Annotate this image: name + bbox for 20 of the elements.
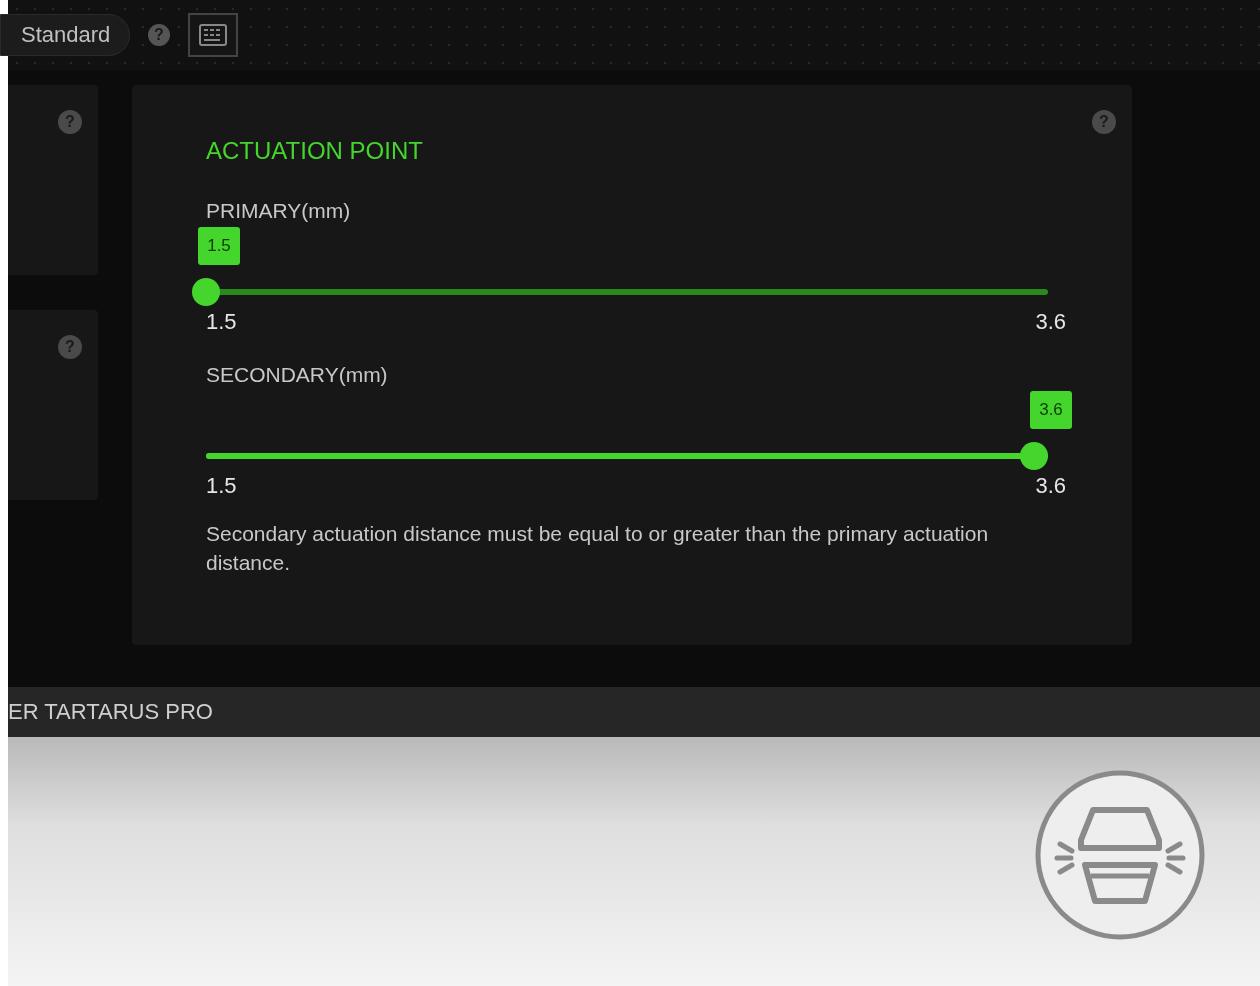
section-title: ACTUATION POINT — [206, 137, 424, 166]
slider-thumb[interactable] — [192, 278, 220, 306]
min-value: 1.5 — [206, 309, 237, 335]
mode-selector[interactable]: Standard — [0, 14, 130, 56]
keycap-icon — [1035, 770, 1205, 940]
help-icon[interactable]: ? — [148, 24, 170, 46]
value-tooltip: 3.6 — [1030, 391, 1072, 429]
help-icon[interactable]: ? — [58, 335, 82, 359]
help-icon[interactable]: ? — [1092, 110, 1116, 134]
min-value: 1.5 — [206, 473, 237, 499]
help-icon[interactable]: ? — [58, 110, 82, 134]
value-tooltip: 1.5 — [198, 227, 240, 265]
max-value: 3.6 — [1035, 473, 1066, 499]
hint-text: Secondary actuation distance must be equal to or greater than the primary actuation distance. — [206, 521, 990, 576]
max-value: 3.6 — [1035, 309, 1066, 335]
device-name: ER TARTARUS PRO — [8, 699, 213, 725]
keyboard-icon[interactable] — [188, 13, 238, 57]
slider-label: PRIMARY(mm) — [206, 199, 352, 224]
slider-thumb[interactable] — [1020, 442, 1048, 470]
slider-label: SECONDARY(mm) — [206, 363, 389, 388]
